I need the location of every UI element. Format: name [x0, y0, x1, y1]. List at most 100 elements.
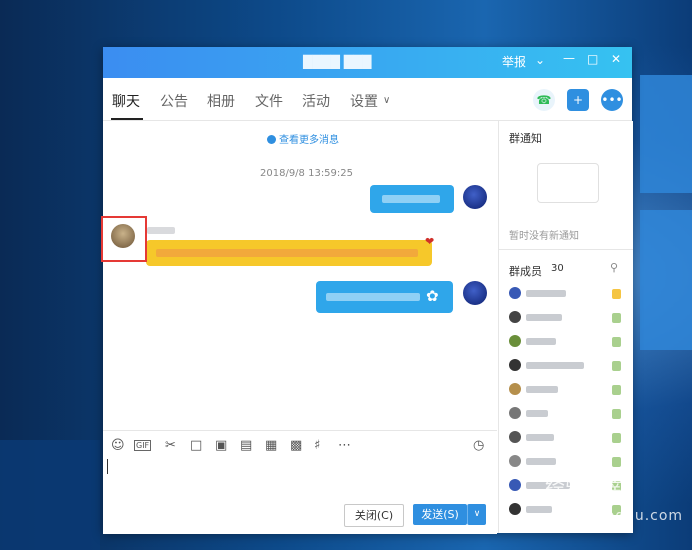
empty-notice-icon [537, 163, 599, 203]
avatar [509, 287, 521, 299]
member-name [526, 338, 556, 345]
member-item[interactable] [509, 311, 627, 325]
member-item[interactable] [509, 455, 627, 469]
view-more-messages-link[interactable]: 查看更多消息 [267, 131, 339, 146]
notice-empty-text: 暂时没有新通知 [509, 231, 579, 242]
member-name [526, 434, 554, 441]
scissors-icon[interactable]: ✂ [165, 438, 176, 453]
heart-icon: ❤ [425, 235, 435, 248]
message-timestamp: 2018/9/8 13:59:25 [260, 168, 354, 179]
search-icon[interactable]: ⚲ [610, 261, 618, 274]
member-item[interactable] [509, 335, 627, 349]
avatar [509, 503, 521, 515]
image-icon[interactable]: ▣ [215, 438, 227, 453]
more-options-icon[interactable]: ••• [601, 89, 623, 111]
avatar[interactable] [463, 281, 487, 305]
level-badge-icon [612, 433, 621, 443]
member-name [526, 290, 566, 297]
member-item[interactable] [509, 287, 627, 301]
members-count: 30 [551, 263, 564, 274]
outgoing-message-bubble[interactable] [370, 185, 454, 213]
level-badge-icon [612, 361, 621, 371]
more-tools-icon[interactable]: ⋯ [338, 438, 351, 453]
maximize-icon[interactable]: □ [587, 52, 598, 66]
tab-chat[interactable]: 聊天 [112, 91, 140, 111]
owner-badge-icon [612, 289, 621, 299]
tab-files[interactable]: 文件 [255, 91, 283, 111]
level-badge-icon [612, 337, 621, 347]
desktop-light-ray [0, 440, 100, 550]
member-name [526, 410, 548, 417]
tab-settings[interactable]: 设置 [350, 91, 378, 111]
share-screen-icon[interactable]: + [567, 89, 589, 111]
gif-icon[interactable]: GIF [134, 440, 152, 451]
avatar [509, 479, 521, 491]
tab-announcement[interactable]: 公告 [160, 91, 188, 111]
emoji-icon[interactable]: ☺ [111, 438, 125, 453]
watermark-brand: 经验指南 [545, 474, 625, 498]
settings-chevron-icon[interactable]: ∨ [383, 95, 390, 106]
phone-call-icon[interactable]: ☎ [533, 89, 555, 111]
report-button[interactable]: 举报 [502, 53, 526, 70]
close-button[interactable]: 关闭(C) [344, 504, 404, 527]
member-item[interactable] [509, 431, 627, 445]
member-name [526, 506, 552, 513]
send-options-dropdown[interactable]: ∨ [467, 504, 486, 525]
member-name [526, 458, 556, 465]
bear-emoji-icon: ✿ [426, 287, 439, 305]
highlight-box [101, 216, 147, 262]
level-badge-icon [612, 313, 621, 323]
sender-name [147, 227, 175, 234]
incoming-message-bubble[interactable] [146, 240, 432, 266]
level-badge-icon [612, 409, 621, 419]
blurred-message-text [382, 195, 440, 203]
music-icon[interactable]: ▩ [290, 438, 302, 453]
gift-icon[interactable]: ▦ [265, 438, 277, 453]
avatar [509, 407, 521, 419]
tab-bar: 聊天 公告 相册 文件 活动 设置 ∨ ☎ + ••• [103, 78, 632, 121]
chat-message-area: 查看更多消息 2018/9/8 13:59:25 ❤ ✿ [103, 121, 497, 430]
outgoing-message-bubble[interactable]: ✿ [316, 281, 453, 313]
member-item[interactable] [509, 359, 627, 373]
member-name [526, 362, 584, 369]
send-button[interactable]: 发送(S) [413, 504, 467, 525]
member-name [526, 386, 558, 393]
member-item[interactable] [509, 407, 627, 421]
blurred-message-text [156, 249, 418, 257]
watermark-url: www.sogou.com [556, 508, 684, 524]
avatar [509, 311, 521, 323]
windows-logo-pane [640, 210, 692, 350]
avatar [509, 359, 521, 371]
windows-logo-pane [640, 75, 692, 193]
avatar [509, 431, 521, 443]
tab-album[interactable]: 相册 [207, 91, 235, 111]
group-notice-title: 群通知 [509, 132, 542, 145]
group-chat-window: ████ ███ 举报 ⌄ — □ ✕ 聊天 公告 相册 文件 活动 设置 ∨ … [103, 47, 633, 534]
avatar [509, 383, 521, 395]
folder-icon[interactable]: □ [190, 438, 202, 453]
clock-icon [267, 135, 276, 144]
active-tab-indicator [111, 118, 143, 120]
bell-icon[interactable]: ♯ [314, 438, 320, 453]
avatar[interactable] [463, 185, 487, 209]
view-more-messages-label: 查看更多消息 [279, 135, 339, 146]
window-title: ████ ███ [303, 55, 372, 69]
avatar [509, 455, 521, 467]
member-item[interactable] [509, 383, 627, 397]
history-icon[interactable]: ◷ [473, 438, 484, 453]
blurred-message-text [326, 293, 420, 301]
divider [499, 249, 633, 250]
minimize-icon[interactable]: — [563, 51, 575, 65]
level-badge-icon [612, 457, 621, 467]
group-members-title: 群成员 [509, 265, 542, 278]
message-composer: ☺ GIF ✂ □ ▣ ▤ ▦ ▩ ♯ ⋯ ◷ 关闭(C) 发送(S) ∨ [103, 430, 497, 534]
title-bar: ████ ███ 举报 ⌄ — □ ✕ [103, 47, 632, 78]
red-packet-icon[interactable]: ▤ [240, 438, 252, 453]
avatar [509, 335, 521, 347]
message-input[interactable] [103, 457, 497, 497]
chevron-down-icon[interactable]: ⌄ [535, 53, 545, 67]
close-icon[interactable]: ✕ [611, 52, 621, 66]
level-badge-icon [612, 385, 621, 395]
member-name [526, 314, 562, 321]
tab-activity[interactable]: 活动 [302, 91, 330, 111]
